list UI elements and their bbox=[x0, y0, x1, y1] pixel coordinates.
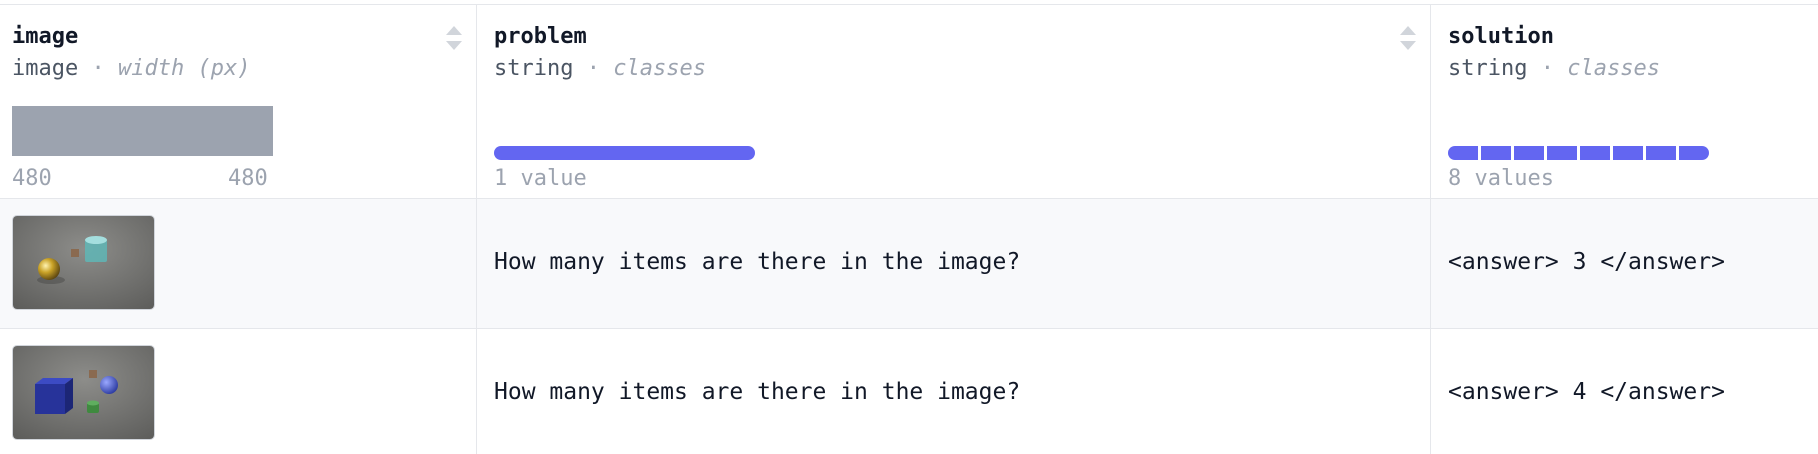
range-max-label: 480 bbox=[228, 166, 268, 191]
class-segment[interactable] bbox=[1580, 146, 1610, 160]
value-count-label: 8 values bbox=[1448, 166, 1554, 191]
sort-updown-icon[interactable] bbox=[444, 24, 464, 52]
class-segment[interactable] bbox=[1613, 146, 1643, 160]
value-count-label: 1 value bbox=[494, 166, 587, 191]
header-bottom-border bbox=[0, 198, 1818, 199]
class-segment[interactable] bbox=[1481, 146, 1511, 160]
column-type: string · classes bbox=[1448, 56, 1660, 81]
column-subtype-label: classes bbox=[1567, 56, 1660, 81]
class-distribution-bar[interactable] bbox=[494, 146, 755, 160]
scene-image bbox=[13, 216, 154, 309]
column-name: problem bbox=[494, 24, 587, 49]
column-subtype-label: width (px) bbox=[117, 56, 251, 81]
solution-cell[interactable]: <answer> 4 </answer> bbox=[1448, 379, 1725, 405]
problem-cell[interactable]: How many items are there in the image? bbox=[494, 249, 1020, 275]
solution-cell[interactable]: <answer> 3 </answer> bbox=[1448, 249, 1725, 275]
column-type-label: string bbox=[494, 56, 574, 81]
column-name: image bbox=[12, 24, 79, 49]
column-header-solution[interactable]: solution string · classes 8 values bbox=[1430, 0, 1818, 198]
scene-image bbox=[13, 346, 154, 439]
type-separator: · bbox=[586, 56, 600, 81]
column-type-label: string bbox=[1448, 56, 1528, 81]
column-subtype-label: classes bbox=[613, 56, 706, 81]
image-thumbnail[interactable] bbox=[12, 215, 155, 310]
range-min-label: 480 bbox=[12, 166, 52, 191]
column-type: image · width (px) bbox=[12, 56, 250, 81]
dataset-viewer-table: image image · width (px) 480 480 problem… bbox=[0, 0, 1818, 454]
type-separator: · bbox=[91, 56, 105, 81]
class-segment[interactable] bbox=[1679, 146, 1709, 160]
image-thumbnail[interactable] bbox=[12, 345, 155, 440]
class-segment[interactable] bbox=[1547, 146, 1577, 160]
class-segment[interactable] bbox=[1514, 146, 1544, 160]
column-type-label: image bbox=[12, 56, 79, 81]
type-separator: · bbox=[1540, 56, 1554, 81]
row-divider bbox=[0, 328, 1818, 329]
width-histogram-bar[interactable] bbox=[12, 106, 273, 156]
column-name: solution bbox=[1448, 24, 1554, 49]
column-type: string · classes bbox=[494, 56, 706, 81]
sort-updown-icon[interactable] bbox=[1398, 24, 1418, 52]
class-segment[interactable] bbox=[1646, 146, 1676, 160]
column-header-problem[interactable]: problem string · classes 1 value bbox=[476, 0, 1430, 198]
class-segment[interactable] bbox=[1448, 146, 1478, 160]
problem-cell[interactable]: How many items are there in the image? bbox=[494, 379, 1020, 405]
column-header-image[interactable]: image image · width (px) 480 480 bbox=[0, 0, 476, 198]
